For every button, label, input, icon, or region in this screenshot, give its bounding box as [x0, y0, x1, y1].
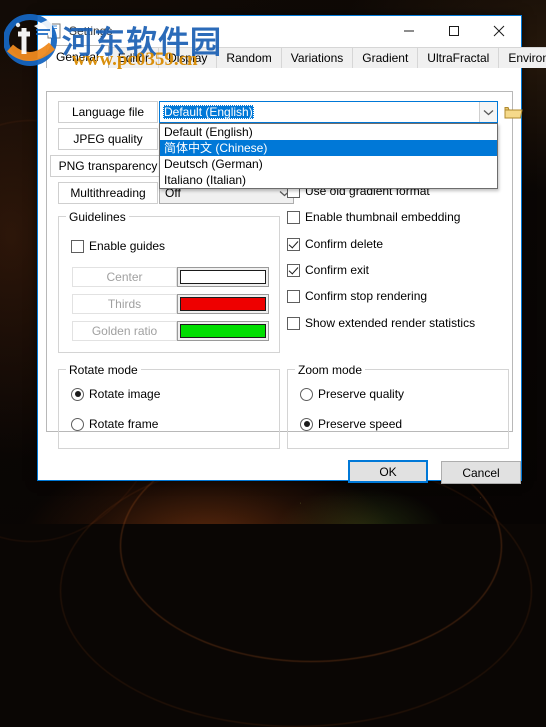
language-file-dropdown-list[interactable]: Default (English) 简体中文 (Chinese) Deutsch…: [159, 123, 498, 189]
tab-label: Display: [168, 51, 207, 65]
rotate-mode-group: Rotate mode Rotate image Rotate frame: [58, 369, 280, 449]
tab-label: Gradient: [362, 51, 408, 65]
zoom-mode-group: Zoom mode Preserve quality Preserve spee…: [287, 369, 509, 449]
settings-dialog: Settings General Editor Display Random V…: [37, 15, 522, 481]
tab-editor[interactable]: Editor: [108, 47, 159, 68]
show-extended-render-statistics-label: Show extended render statistics: [305, 316, 475, 330]
enable-guides-checkbox[interactable]: Enable guides: [71, 239, 165, 253]
tab-label: General: [56, 50, 99, 64]
title-bar[interactable]: Settings: [38, 16, 521, 46]
png-transparency-label: PNG transparency: [50, 155, 166, 177]
cancel-button[interactable]: Cancel: [441, 461, 521, 484]
zoom-mode-group-title: Zoom mode: [295, 363, 365, 377]
folder-open-icon[interactable]: [503, 102, 523, 122]
rotate-mode-group-title: Rotate mode: [66, 363, 141, 377]
guide-center-color-swatch[interactable]: [177, 267, 269, 287]
guidelines-group: Guidelines Enable guides Center Thirds G…: [58, 216, 280, 353]
multithreading-label: Multithreading: [58, 182, 158, 204]
language-option-italian[interactable]: Italiano (Italian): [160, 172, 497, 188]
confirm-stop-rendering-checkbox[interactable]: Confirm stop rendering: [287, 289, 427, 303]
guide-thirds-label: Thirds: [72, 294, 177, 314]
guide-golden-ratio-label: Golden ratio: [72, 321, 177, 341]
cancel-button-label: Cancel: [462, 466, 499, 480]
radio-icon: [300, 388, 313, 401]
rotate-frame-radio[interactable]: Rotate frame: [71, 417, 158, 431]
confirm-stop-rendering-label: Confirm stop rendering: [305, 289, 427, 303]
radio-icon: [71, 388, 84, 401]
enable-thumbnail-embedding-label: Enable thumbnail embedding: [305, 210, 460, 224]
preserve-speed-radio[interactable]: Preserve speed: [300, 417, 402, 431]
preserve-quality-label: Preserve quality: [318, 387, 404, 401]
confirm-delete-checkbox[interactable]: Confirm delete: [287, 237, 383, 251]
language-file-combobox[interactable]: Default (English): [159, 101, 498, 123]
confirm-delete-label: Confirm delete: [305, 237, 383, 251]
guide-golden-ratio-color-swatch[interactable]: [177, 321, 269, 341]
tab-general[interactable]: General: [46, 45, 109, 68]
radio-icon: [300, 418, 313, 431]
guide-center-label: Center: [72, 267, 177, 287]
show-extended-render-statistics-checkbox[interactable]: Show extended render statistics: [287, 316, 475, 330]
maximize-button[interactable]: [431, 17, 476, 46]
window-title: Settings: [69, 24, 386, 38]
checkbox-icon: [287, 290, 300, 303]
ok-button-label: OK: [379, 465, 396, 479]
rotate-frame-label: Rotate frame: [89, 417, 158, 431]
preserve-quality-radio[interactable]: Preserve quality: [300, 387, 404, 401]
tab-label: Variations: [291, 51, 343, 65]
general-tab-page: Language file Default (English) JPEG qua…: [46, 91, 513, 432]
tab-random[interactable]: Random: [216, 47, 281, 68]
language-option-english[interactable]: Default (English): [160, 124, 497, 140]
enable-thumbnail-embedding-checkbox[interactable]: Enable thumbnail embedding: [287, 210, 460, 224]
preserve-speed-label: Preserve speed: [318, 417, 402, 431]
minimize-button[interactable]: [386, 17, 431, 46]
tab-variations[interactable]: Variations: [281, 47, 353, 68]
tab-display[interactable]: Display: [158, 47, 217, 68]
rotate-image-label: Rotate image: [89, 387, 160, 401]
guidelines-group-title: Guidelines: [66, 210, 129, 224]
close-button[interactable]: [476, 17, 521, 46]
tab-ultrafractal[interactable]: UltraFractal: [417, 47, 499, 68]
background-swirl: [60, 455, 532, 727]
tab-label: Editor: [118, 51, 149, 65]
checkbox-icon: [287, 317, 300, 330]
language-file-label: Language file: [58, 101, 158, 123]
checkbox-icon: [287, 211, 300, 224]
radio-icon: [71, 418, 84, 431]
checkbox-icon: [71, 240, 84, 253]
app-icon: [46, 23, 62, 39]
tab-label: Random: [226, 51, 271, 65]
language-option-chinese[interactable]: 简体中文 (Chinese): [160, 140, 497, 156]
tab-environment[interactable]: Environment: [498, 47, 546, 68]
checkbox-icon: [287, 264, 300, 277]
tab-gradient[interactable]: Gradient: [352, 47, 418, 68]
language-file-value: Default (English): [160, 105, 479, 119]
checkbox-icon: [287, 238, 300, 251]
enable-guides-label: Enable guides: [89, 239, 165, 253]
ok-button[interactable]: OK: [348, 460, 428, 483]
tab-label: Environment: [508, 51, 546, 65]
tab-label: UltraFractal: [427, 51, 489, 65]
rotate-image-radio[interactable]: Rotate image: [71, 387, 160, 401]
guide-thirds-color-swatch[interactable]: [177, 294, 269, 314]
confirm-exit-checkbox[interactable]: Confirm exit: [287, 263, 369, 277]
jpeg-quality-label: JPEG quality: [58, 128, 158, 150]
confirm-exit-label: Confirm exit: [305, 263, 369, 277]
tab-strip: General Editor Display Random Variations…: [38, 46, 521, 68]
chevron-down-icon[interactable]: [479, 102, 497, 122]
language-option-german[interactable]: Deutsch (German): [160, 156, 497, 172]
